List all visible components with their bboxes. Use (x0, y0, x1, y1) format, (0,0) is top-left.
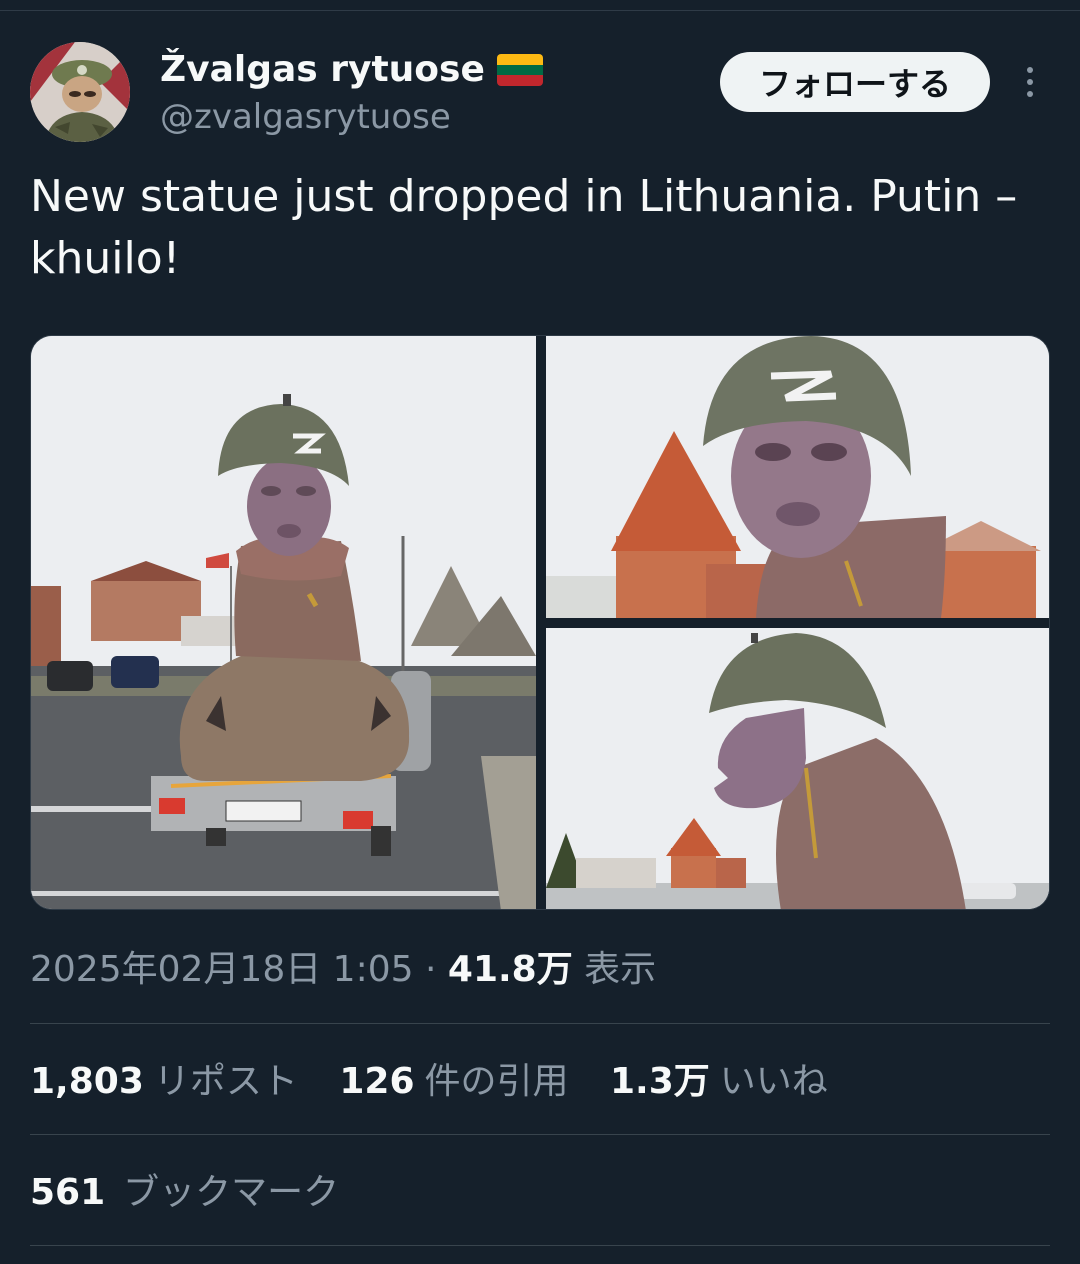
media-photo-3[interactable] (546, 628, 1049, 909)
more-options-icon[interactable] (1010, 62, 1050, 102)
divider-1 (30, 1023, 1050, 1024)
tweet-text: New statue just dropped in Lithuania. Pu… (30, 171, 1018, 284)
divider-2 (30, 1134, 1050, 1135)
reposts-label: リポスト (153, 1061, 298, 1102)
timestamp[interactable]: 2025年02月18日 1:05 (30, 949, 414, 990)
top-divider (0, 10, 1080, 11)
views-count: 41.8万 (447, 949, 573, 990)
display-name[interactable]: Žvalgas rytuose (160, 48, 543, 92)
bookmarks-label: ブックマーク (123, 1172, 340, 1213)
follow-button[interactable]: フォローする (720, 52, 990, 112)
tweet-header: Žvalgas rytuose @zvalgasrytuose フォローする (30, 42, 1050, 142)
likes-label: いいね (719, 1061, 828, 1102)
media-photo-1[interactable] (31, 336, 536, 909)
bookmarks-count: 561 (30, 1172, 106, 1213)
display-name-text[interactable]: Žvalgas rytuose (160, 48, 485, 92)
tweet-meta: 2025年02月18日 1:05 · 41.8万 表示 (30, 945, 656, 995)
user-handle[interactable]: @zvalgasrytuose (160, 94, 543, 140)
likes-count: 1.3万 (609, 1061, 710, 1102)
reposts-stat[interactable]: 1,803 リポスト (30, 1057, 298, 1107)
quotes-label: 件の引用 (424, 1061, 569, 1102)
quotes-count: 126 (339, 1061, 415, 1102)
reposts-count: 1,803 (30, 1061, 144, 1102)
user-names: Žvalgas rytuose @zvalgasrytuose (160, 48, 543, 140)
bookmarks-stat[interactable]: 561 ブックマーク (30, 1168, 339, 1218)
media-photo-2[interactable] (546, 336, 1049, 618)
meta-separator: · (424, 949, 437, 990)
divider-3 (30, 1245, 1050, 1246)
views-label: 表示 (584, 949, 657, 990)
avatar[interactable] (30, 42, 130, 142)
media-grid (30, 335, 1050, 910)
lithuania-flag-icon (496, 54, 543, 86)
quotes-stat[interactable]: 126 件の引用 (339, 1057, 568, 1107)
likes-stat[interactable]: 1.3万 いいね (610, 1057, 828, 1107)
engagement-stats: 1,803 リポスト 126 件の引用 1.3万 いいね (30, 1057, 858, 1107)
